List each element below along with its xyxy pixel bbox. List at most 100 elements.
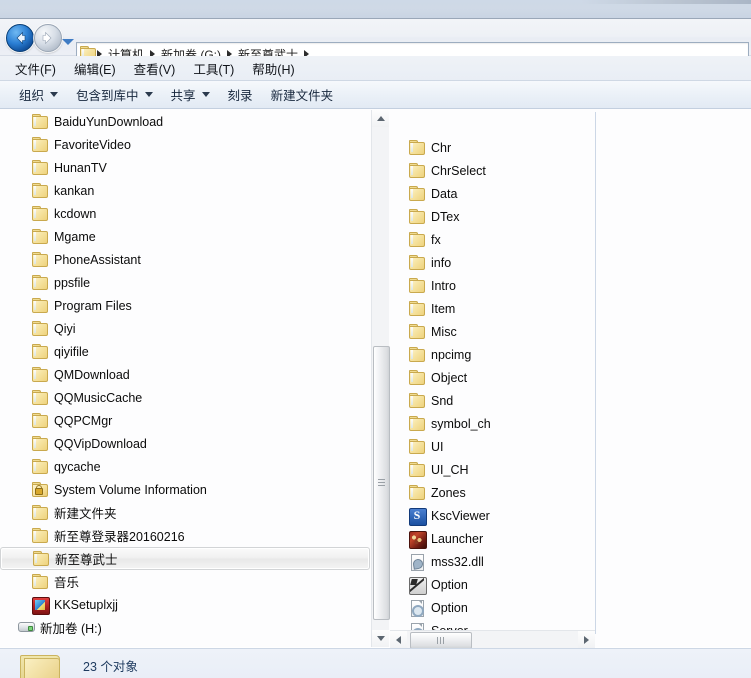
tree-item[interactable]: QQMusicCache: [0, 386, 370, 409]
recent-locations-dropdown[interactable]: [62, 39, 74, 45]
toolbar-new-folder[interactable]: 新建文件夹: [262, 81, 343, 108]
file-list-item[interactable]: UI_CH: [395, 458, 595, 481]
file-list-item-label: symbol_ch: [431, 416, 491, 431]
file-list-item-label: KscViewer: [431, 508, 490, 523]
chevron-down-icon: [144, 92, 153, 97]
file-list-item[interactable]: S KscViewer: [395, 504, 595, 527]
tree-item[interactable]: 新建文件夹: [0, 501, 370, 524]
tree-item[interactable]: 新至尊登录器20160216: [0, 524, 370, 547]
folder-icon: [32, 435, 48, 452]
file-list-item[interactable]: fx: [395, 228, 595, 251]
file-list-item[interactable]: ChrSelect: [395, 159, 595, 182]
tree-item-label: 新建文件夹: [54, 507, 117, 521]
file-list-item[interactable]: Option: [395, 573, 595, 596]
toolbar-burn[interactable]: 刻录: [219, 81, 262, 108]
tree-item[interactable]: BaiduYunDownload: [0, 110, 370, 133]
tree-item[interactable]: kankan: [0, 179, 370, 202]
tree-scroll-down-button[interactable]: [372, 630, 389, 647]
folder-icon: [32, 113, 48, 130]
folder-icon: [32, 458, 48, 475]
tree-item[interactable]: qycache: [0, 455, 370, 478]
menu-tools[interactable]: 工具(T): [184, 56, 243, 81]
tree-item[interactable]: System Volume Information: [0, 478, 370, 501]
file-list-item[interactable]: DTex: [395, 205, 595, 228]
tree-item[interactable]: Mgame: [0, 225, 370, 248]
tree-item[interactable]: QQVipDownload: [0, 432, 370, 455]
menu-help[interactable]: 帮助(H): [243, 56, 303, 81]
file-list-item[interactable]: mss32.dll: [395, 550, 595, 573]
menu-file[interactable]: 文件(F): [6, 56, 65, 81]
tree-item[interactable]: KKSetuplxjj: [0, 593, 370, 616]
tree-item-label: 新加卷 (H:): [40, 622, 102, 636]
folder-icon: [409, 139, 425, 156]
file-list-item[interactable]: Intro: [395, 274, 595, 297]
tree-item[interactable]: ppsfile: [0, 271, 370, 294]
tree-item[interactable]: 新加卷 (H:): [0, 616, 370, 639]
tree-scroll-up-button[interactable]: [372, 110, 389, 127]
tree-item-label: HunanTV: [54, 160, 107, 175]
tree-item-label: kankan: [54, 183, 95, 198]
file-list-item[interactable]: Misc: [395, 320, 595, 343]
folder-icon: [32, 205, 48, 222]
chevron-left-icon: [396, 635, 401, 644]
hscroll-left-button[interactable]: [390, 631, 407, 648]
tree-item[interactable]: Qiyi: [0, 317, 370, 340]
folder-icon: [32, 274, 48, 291]
file-list-item-label: UI: [431, 439, 444, 454]
file-list-item[interactable]: Object: [395, 366, 595, 389]
file-list-item[interactable]: Data: [395, 182, 595, 205]
file-list-item[interactable]: Chr: [395, 136, 595, 159]
toolbar-organize[interactable]: 组织: [10, 81, 67, 108]
file-list-item[interactable]: npcimg: [395, 343, 595, 366]
file-list-item[interactable]: Zones: [395, 481, 595, 504]
folder-icon: [32, 182, 48, 199]
file-list-item[interactable]: UI: [395, 435, 595, 458]
menu-view[interactable]: 查看(V): [125, 56, 185, 81]
tree-item[interactable]: 音乐: [0, 570, 370, 593]
hscroll-right-button[interactable]: [578, 631, 595, 648]
file-list-item[interactable]: Launcher: [395, 527, 595, 550]
menu-bar: 文件(F) 编辑(E) 查看(V) 工具(T) 帮助(H): [0, 56, 751, 81]
tree-item[interactable]: QMDownload: [0, 363, 370, 386]
file-list-item[interactable]: Item: [395, 297, 595, 320]
tree-item[interactable]: QQPCMgr: [0, 409, 370, 432]
column-divider[interactable]: [595, 112, 596, 634]
menu-edit[interactable]: 编辑(E): [65, 56, 125, 81]
back-button[interactable]: [6, 24, 34, 52]
file-list-item[interactable]: info: [395, 251, 595, 274]
tree-item[interactable]: Program Files: [0, 294, 370, 317]
file-list-item-label: Misc: [431, 324, 457, 339]
tree-item[interactable]: kcdown: [0, 202, 370, 225]
tree-item[interactable]: PhoneAssistant: [0, 248, 370, 271]
tree-scrollbar-thumb[interactable]: [373, 346, 390, 620]
game-exe-icon: [409, 530, 427, 549]
file-list-item[interactable]: Option: [395, 596, 595, 619]
tree-item-label: System Volume Information: [54, 482, 207, 497]
forward-button[interactable]: [34, 24, 62, 52]
tree-item-label: QQMusicCache: [54, 390, 143, 405]
tree-item[interactable]: FavoriteVideo: [0, 133, 370, 156]
tree-item[interactable]: 新至尊武士: [0, 547, 370, 570]
folder-icon: [409, 254, 425, 271]
toolbar-include-in-library-label: 包含到库中: [76, 89, 139, 103]
file-list-item-label: Chr: [431, 140, 452, 155]
folder-icon: [32, 366, 48, 383]
navigation-tree-pane[interactable]: BaiduYunDownload FavoriteVideo HunanTV kank…: [0, 110, 370, 647]
chevron-up-icon: [376, 116, 385, 121]
status-item-count: 23 个对象: [83, 660, 138, 674]
file-list-item[interactable]: symbol_ch: [395, 412, 595, 435]
tree-item[interactable]: HunanTV: [0, 156, 370, 179]
tree-item-label: 音乐: [54, 576, 80, 590]
tree-vertical-scrollbar[interactable]: [371, 110, 390, 647]
tree-item-label: ppsfile: [54, 275, 91, 290]
file-list-item[interactable]: Snd: [395, 389, 595, 412]
folder-icon: [32, 297, 48, 314]
hscroll-thumb[interactable]: [410, 632, 472, 649]
tree-item[interactable]: qiyifile: [0, 340, 370, 363]
tree-item-label: 新至尊登录器20160216: [54, 530, 185, 544]
file-list-horizontal-scrollbar[interactable]: [390, 630, 595, 649]
toolbar-share-with[interactable]: 共享: [162, 81, 219, 108]
file-list-pane[interactable]: Chr ChrSelect Data DTex fx info Intro Item Misc n…: [395, 110, 595, 647]
toolbar-include-in-library[interactable]: 包含到库中: [67, 81, 162, 108]
folder-icon: [32, 320, 48, 337]
